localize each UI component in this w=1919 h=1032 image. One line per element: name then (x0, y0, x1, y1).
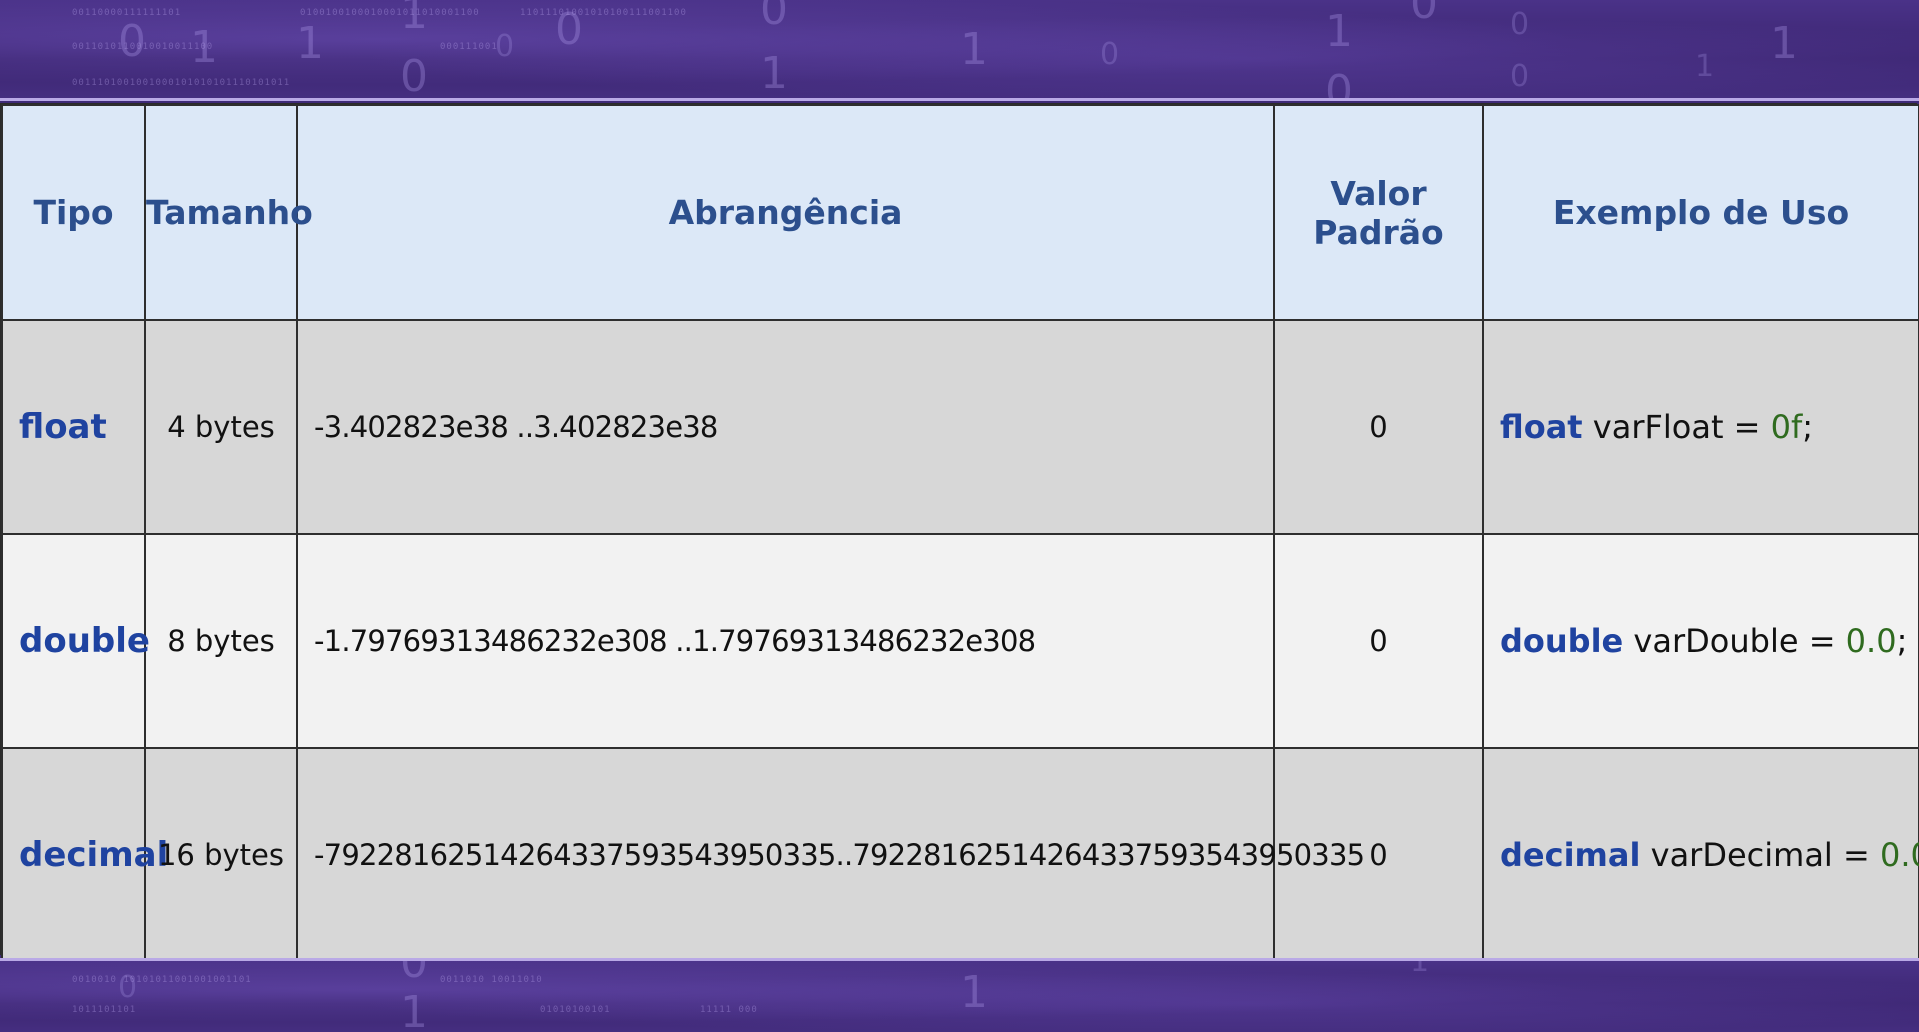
bottom-banner: 0 1 0 1 1 0010010 10101011001001001101 1… (0, 958, 1919, 1032)
binary-digit-decoration: 0 (1510, 7, 1530, 42)
binary-digit-decoration: 0 (1410, 0, 1438, 29)
type-cell: double (1, 533, 150, 749)
binary-text-decoration: 01010100101 (540, 1005, 611, 1015)
code-literal: 0.0m (1879, 836, 1919, 874)
binary-digit-decoration: 1 (1770, 18, 1798, 69)
binary-digit-decoration: 1 (400, 987, 428, 1032)
binary-digit-decoration: 0 (1510, 59, 1530, 94)
binary-digit-decoration: 0 (1100, 37, 1120, 72)
binary-digit-decoration: 1 (960, 967, 988, 1018)
data-types-table-wrapper: Tipo Tamanho Abrangência Valor Padrão Ex… (0, 103, 1919, 963)
binary-text-decoration: 00110000111111101 (72, 8, 182, 18)
header-row: Tipo Tamanho Abrangência Valor Padrão Ex… (1, 104, 1919, 321)
binary-text-decoration: 0010010 10101011001001001101 (72, 975, 252, 985)
binary-text-decoration: 1011101101 (72, 1005, 137, 1015)
header-tipo: Tipo (1, 104, 146, 321)
binary-digit-decoration: 0 (760, 0, 788, 35)
binary-text-decoration: 0011010 10011010 (440, 975, 543, 985)
header-tamanho: Tamanho (144, 104, 313, 321)
code-terminator: ; (1802, 408, 1814, 446)
header-exemplo-de-uso: Exemplo de Uso (1482, 104, 1919, 321)
size-cell: 16 bytes (144, 747, 298, 963)
binary-text-decoration: 11111 000 (700, 1005, 758, 1015)
binary-digit-decoration: 1 (296, 18, 324, 69)
table-row: decimal 16 bytes -7922816251426433759354… (1, 747, 1919, 963)
usage-example-cell: float varFloat = 0f; (1482, 319, 1919, 535)
data-types-table: Tipo Tamanho Abrangência Valor Padrão Ex… (1, 104, 1919, 963)
code-literal: 0f (1770, 408, 1803, 446)
header-abrangencia: Abrangência (296, 104, 1275, 321)
usage-example-cell: double varDouble = 0.0; (1482, 533, 1919, 749)
code-keyword: decimal (1500, 836, 1641, 874)
code-literal: 0.0 (1845, 622, 1897, 660)
binary-text-decoration: 11011101001010100111001100 (520, 8, 687, 18)
binary-digit-decoration: 0 (400, 51, 428, 101)
default-value-cell: 0 (1273, 319, 1484, 535)
size-cell: 4 bytes (144, 319, 298, 535)
range-cell: -1.79769313486232e308 ..1.79769313486232… (296, 533, 1275, 749)
type-cell: float (1, 319, 146, 535)
usage-example-cell: decimal varDecimal = 0.0m; (1482, 747, 1919, 963)
binary-text-decoration: 0100100100010001011010001100 (300, 8, 480, 18)
code-terminator: ; (1896, 622, 1908, 660)
code-identifier: varFloat = (1582, 408, 1771, 446)
range-cell: -3.402823e38 ..3.402823e38 (296, 319, 1275, 535)
table-row: float 4 bytes -3.402823e38 ..3.402823e38… (1, 319, 1919, 535)
code-keyword: double (1500, 622, 1624, 660)
binary-digit-decoration: 1 (760, 48, 788, 99)
binary-digit-decoration: 1 (960, 24, 988, 75)
binary-text-decoration: 000111001 (440, 42, 498, 52)
binary-digit-decoration: 1 (400, 0, 428, 39)
type-cell: decimal (1, 747, 168, 963)
binary-text-decoration: 0011101001001000101010101110101011 (72, 78, 291, 88)
code-identifier: varDecimal = (1640, 836, 1880, 874)
binary-text-decoration: 0011010110010010011100 (72, 42, 214, 52)
binary-digit-decoration: 1 (1325, 6, 1353, 57)
range-cell: -79228162514264337593543950335..79228162… (296, 747, 1365, 963)
header-valor-padrao: Valor Padrão (1273, 104, 1484, 321)
binary-digit-decoration: 1 (1410, 958, 1430, 979)
code-keyword: float (1500, 408, 1583, 446)
default-value-cell: 0 (1273, 533, 1484, 749)
code-identifier: varDouble = (1623, 622, 1846, 660)
binary-digit-decoration: 0 (495, 29, 515, 64)
binary-digit-decoration: 1 (1695, 49, 1715, 84)
binary-digit-decoration: 0 (1325, 66, 1353, 101)
top-banner: 0 1 1 1 0 0 0 0 1 1 0 1 0 0 0 0 1 1 0011… (0, 0, 1919, 101)
binary-digit-decoration: 0 (400, 958, 428, 988)
table-row: double 8 bytes -1.79769313486232e308 ..1… (1, 533, 1919, 749)
size-cell: 8 bytes (144, 533, 298, 749)
